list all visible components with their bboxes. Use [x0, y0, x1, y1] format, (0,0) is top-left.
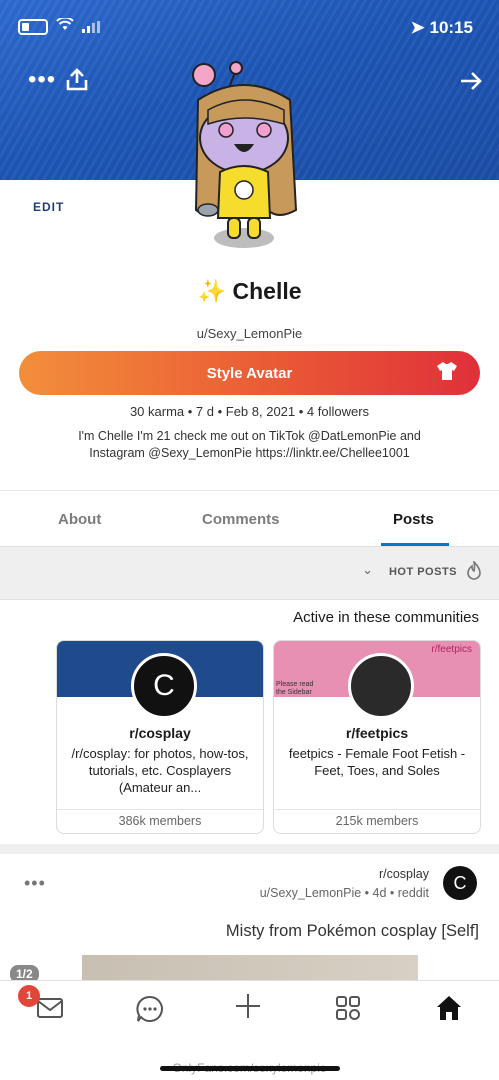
profile-stats: 30 karma • 7 d • Feb 8, 2021 • 4 followe… — [129, 404, 370, 419]
sort-bar[interactable]: ⌄ HOT POSTS — [0, 546, 499, 600]
active-communities-title: Active in these communities — [293, 609, 479, 626]
community-members: 386k members — [57, 809, 263, 828]
communities-icon[interactable] — [335, 995, 361, 1028]
post-subreddit[interactable]: r/cosplay — [379, 867, 429, 881]
sparkle-icon: ✨ — [197, 278, 227, 304]
username: u/Sexy_LemonPie — [196, 326, 303, 341]
bio-line: Instagram @Sexy_LemonPie https://linktr.… — [89, 446, 410, 460]
profile-page: ➤ 10:15 ••• EDIT ✨ Chelle u/Sexy_LemonPi… — [0, 0, 499, 1080]
tab-posts[interactable]: Posts — [393, 511, 434, 528]
post-more-button[interactable]: ••• — [24, 873, 46, 894]
create-post-icon[interactable] — [233, 991, 263, 1029]
flame-icon — [465, 559, 483, 586]
community-avatar — [348, 653, 414, 719]
upload-icon — [66, 68, 88, 91]
status-icons — [18, 16, 100, 35]
profile-bio: I'm Chelle I'm 21 check me out on TikTok… — [0, 428, 499, 462]
chat-icon[interactable] — [136, 995, 164, 1030]
display-name: ✨ Chelle — [0, 278, 499, 305]
style-avatar-button[interactable]: Style Avatar — [19, 351, 480, 395]
home-indicator[interactable] — [160, 1066, 340, 1071]
home-icon[interactable] — [435, 995, 463, 1028]
subreddit-avatar[interactable]: C — [443, 866, 477, 900]
edit-profile-button[interactable]: EDIT — [33, 200, 64, 214]
wifi-icon — [56, 16, 74, 35]
status-time: ➤ 10:15 — [411, 18, 473, 38]
time-text: 10:15 — [429, 18, 473, 37]
shirt-icon — [436, 361, 458, 387]
community-name: r/cosplay — [129, 725, 191, 741]
bio-line: I'm Chelle I'm 21 check me out on TikTok… — [78, 429, 421, 443]
tab-about[interactable]: About — [58, 511, 101, 528]
arrow-right-icon — [461, 72, 482, 90]
community-avatar: C — [131, 653, 197, 719]
community-card-cosplay[interactable]: C r/cosplay /r/cosplay: for photos, how-… — [56, 640, 264, 834]
inbox-badge: 1 — [18, 985, 40, 1007]
more-options-button[interactable]: ••• — [28, 66, 56, 94]
community-description: feetpics - Female Foot Fetish - Feet, To… — [288, 746, 466, 778]
community-name: r/feetpics — [345, 725, 409, 741]
community-tag: r/feetpics — [431, 644, 472, 655]
post-meta: u/Sexy_LemonPie • 4d • reddit — [259, 886, 429, 900]
arrow-right-button[interactable] — [459, 68, 483, 99]
share-button[interactable] — [66, 68, 88, 99]
location-icon: ➤ — [410, 18, 425, 37]
divider — [0, 490, 499, 491]
signal-icon — [82, 20, 100, 33]
chevron-down-icon: ⌄ — [362, 562, 373, 577]
community-card-feetpics[interactable]: r/feetpics Please read the Sidebar r/feet… — [273, 640, 481, 834]
section-divider — [0, 844, 499, 854]
inbox-icon[interactable] — [36, 995, 64, 1026]
display-name-text: Chelle — [232, 278, 302, 304]
battery-icon — [18, 18, 48, 35]
post-image[interactable] — [82, 955, 418, 980]
sort-label: HOT POSTS — [388, 566, 457, 578]
community-members: 215k members — [274, 809, 480, 828]
snoo-avatar[interactable] — [188, 60, 300, 260]
post-title[interactable]: Misty from Pokémon cosplay [Self] — [226, 922, 479, 941]
community-description: /r/cosplay: for photos, how-tos, tutoria… — [71, 746, 249, 795]
style-avatar-label: Style Avatar — [206, 364, 293, 382]
tab-comments[interactable]: Comments — [202, 511, 280, 528]
community-note: Please read the Sidebar — [276, 681, 314, 696]
